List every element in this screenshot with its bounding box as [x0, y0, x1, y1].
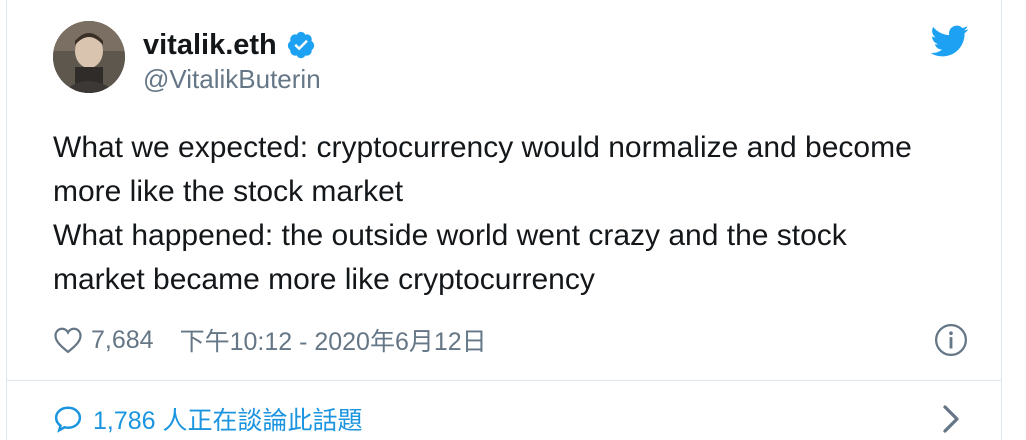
author-handle[interactable]: @VitalikButerin — [143, 62, 321, 96]
author-name-row[interactable]: vitalik.eth — [143, 25, 316, 65]
tweet-line: more like the stock market — [53, 175, 404, 208]
tweet-text: What we expected: cryptocurrency would n… — [53, 126, 993, 302]
twitter-bird-icon[interactable] — [929, 24, 969, 58]
reply-bubble-icon — [54, 406, 82, 433]
tweet-line: market became more like cryptocurrency — [53, 263, 595, 296]
info-icon[interactable] — [934, 323, 968, 357]
heart-icon[interactable] — [53, 326, 83, 354]
conversation-link[interactable]: 1,786 人正在談論此話題 — [53, 400, 363, 438]
tweet-line: What we expected: cryptocurrency would n… — [53, 131, 912, 164]
chevron-right-icon[interactable] — [941, 404, 961, 434]
display-name[interactable]: vitalik.eth — [143, 27, 277, 63]
verified-badge-icon — [287, 31, 314, 59]
tweet-meta-row: 7,684 下午10:12 - 2020年6月12日 — [53, 320, 487, 360]
tweet-card[interactable]: vitalik.eth @VitalikButerin What we expe… — [6, 0, 1002, 440]
like-count[interactable]: 7,684 — [91, 326, 154, 355]
divider — [7, 380, 1001, 381]
tweet-line: What happened: the outside world went cr… — [53, 219, 847, 252]
tweet-timestamp[interactable]: 下午10:12 - 2020年6月12日 — [180, 322, 487, 358]
avatar[interactable] — [53, 21, 125, 93]
